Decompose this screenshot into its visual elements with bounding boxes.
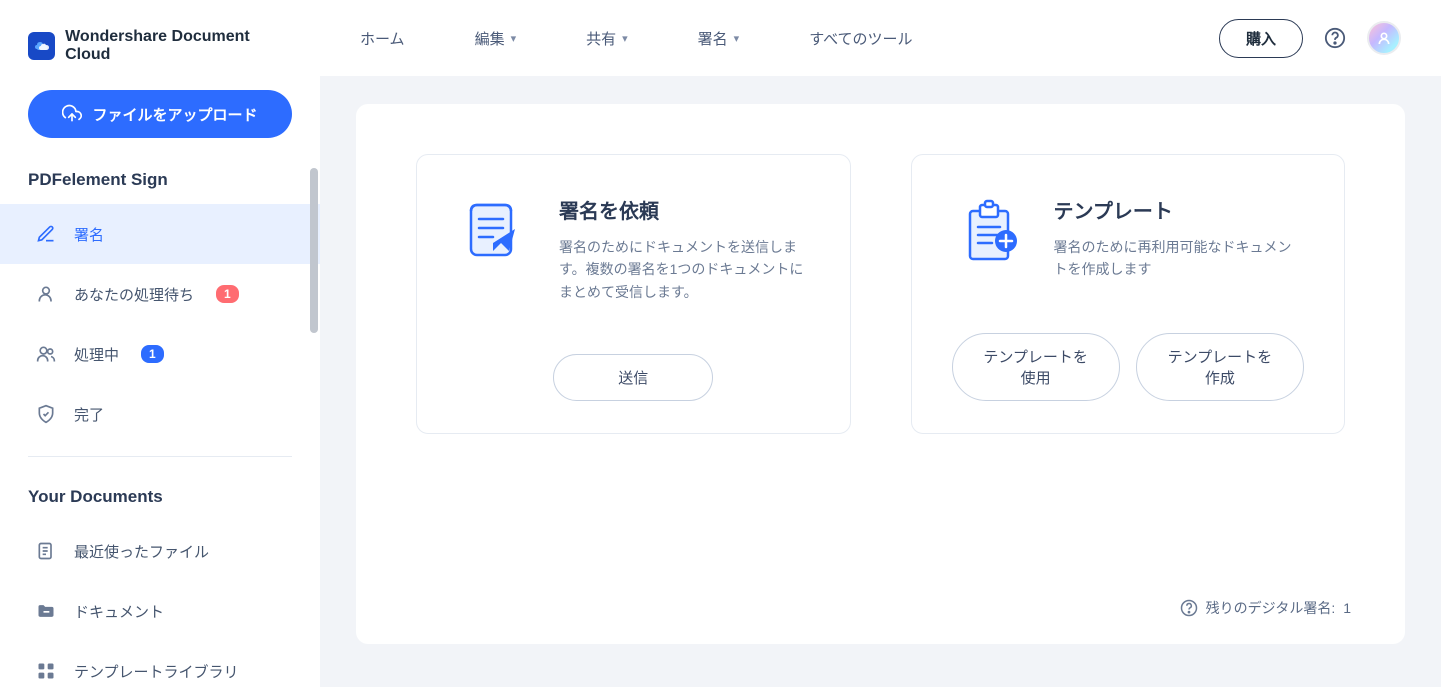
upload-label: ファイルをアップロード: [92, 104, 257, 125]
section-sign-title: PDFelement Sign: [0, 158, 320, 204]
sidebar: Wondershare Document Cloud ファイルをアップロード P…: [0, 0, 320, 687]
create-template-button[interactable]: テンプレートを作成: [1136, 333, 1304, 401]
grid-icon: [36, 661, 56, 681]
buy-button[interactable]: 購入: [1219, 19, 1303, 58]
sidebar-item-complete[interactable]: 完了: [0, 384, 320, 444]
badge-processing: 1: [141, 345, 164, 363]
upload-button[interactable]: ファイルをアップロード: [28, 90, 292, 138]
sidebar-item-label: ドキュメント: [74, 601, 164, 622]
sidebar-item-template-library[interactable]: テンプレートライブラリ: [0, 641, 320, 687]
sidebar-item-label: あなたの処理待ち: [74, 284, 194, 305]
sidebar-item-label: 処理中: [74, 344, 119, 365]
file-icon: [36, 541, 56, 561]
help-circle-icon[interactable]: [1180, 599, 1198, 617]
card-template: テンプレート 署名のために再利用可能なドキュメントを作成します テンプレートを使…: [911, 154, 1346, 434]
user-avatar[interactable]: [1367, 21, 1401, 55]
card-desc: 署名のためにドキュメントを送信します。複数の署名を1つのドキュメントにまとめて受…: [559, 236, 810, 303]
sidebar-item-recent[interactable]: 最近使ったファイル: [0, 521, 320, 581]
section-docs-title: Your Documents: [0, 475, 320, 521]
content: 署名を依頼 署名のためにドキュメントを送信します。複数の署名を1つのドキュメント…: [320, 76, 1441, 687]
sidebar-scrollbar-track: [308, 168, 320, 648]
nav-home[interactable]: ホーム: [360, 28, 405, 49]
app-name: Wondershare Document Cloud: [65, 28, 292, 64]
nav: ホーム 編集▾ 共有▾ 署名▾ すべてのツール: [360, 28, 1219, 49]
users-icon: [36, 344, 56, 364]
shield-icon: [36, 404, 56, 424]
send-button[interactable]: 送信: [553, 354, 713, 401]
badge-waiting: 1: [216, 285, 239, 303]
sidebar-scroll: PDFelement Sign 署名 あなたの処理待ち 1 処理中 1 完了 Y…: [0, 158, 320, 687]
nav-edit[interactable]: 編集▾: [475, 28, 517, 49]
chevron-down-icon: ▾: [734, 32, 740, 45]
nav-share[interactable]: 共有▾: [586, 28, 628, 49]
remaining-label: 残りのデジタル署名:: [1206, 598, 1336, 618]
card-desc: 署名のために再利用可能なドキュメントを作成します: [1054, 236, 1305, 281]
upload-cloud-icon: [62, 104, 82, 124]
sidebar-item-label: 署名: [74, 224, 104, 245]
sidebar-item-documents[interactable]: ドキュメント: [0, 581, 320, 641]
main: ホーム 編集▾ 共有▾ 署名▾ すべてのツール 購入: [320, 0, 1441, 687]
help-icon[interactable]: [1323, 26, 1347, 50]
card-panel: 署名を依頼 署名のためにドキュメントを送信します。複数の署名を1つのドキュメント…: [356, 104, 1405, 644]
remaining-signatures: 残りのデジタル署名: 1: [1180, 598, 1351, 618]
nav-all-tools[interactable]: すべてのツール: [809, 28, 912, 49]
folder-icon: [36, 601, 56, 621]
card-title: テンプレート: [1054, 195, 1305, 224]
nav-sign[interactable]: 署名▾: [698, 28, 740, 49]
sidebar-item-sign[interactable]: 署名: [0, 204, 320, 264]
sidebar-item-label: テンプレートライブラリ: [74, 661, 239, 682]
use-template-button[interactable]: テンプレートを使用: [952, 333, 1120, 401]
sidebar-scrollbar-thumb[interactable]: [310, 168, 318, 333]
logo-row: Wondershare Document Cloud: [0, 20, 320, 82]
user-icon: [36, 284, 56, 304]
cards-row: 署名を依頼 署名のためにドキュメントを送信します。複数の署名を1つのドキュメント…: [416, 154, 1345, 434]
request-signature-icon: [457, 195, 531, 269]
sidebar-item-label: 最近使ったファイル: [74, 541, 209, 562]
topbar: ホーム 編集▾ 共有▾ 署名▾ すべてのツール 購入: [320, 0, 1441, 76]
sidebar-divider: [28, 456, 292, 457]
sidebar-item-waiting[interactable]: あなたの処理待ち 1: [0, 264, 320, 324]
chevron-down-icon: ▾: [622, 32, 628, 45]
card-request-signature: 署名を依頼 署名のためにドキュメントを送信します。複数の署名を1つのドキュメント…: [416, 154, 851, 434]
topbar-right: 購入: [1219, 19, 1401, 58]
card-title: 署名を依頼: [559, 195, 810, 224]
sidebar-item-label: 完了: [74, 404, 104, 425]
remaining-count: 1: [1343, 600, 1351, 616]
pen-icon: [36, 224, 56, 244]
template-icon: [952, 195, 1026, 269]
app-logo: [28, 32, 55, 60]
chevron-down-icon: ▾: [511, 32, 517, 45]
sidebar-item-processing[interactable]: 処理中 1: [0, 324, 320, 384]
